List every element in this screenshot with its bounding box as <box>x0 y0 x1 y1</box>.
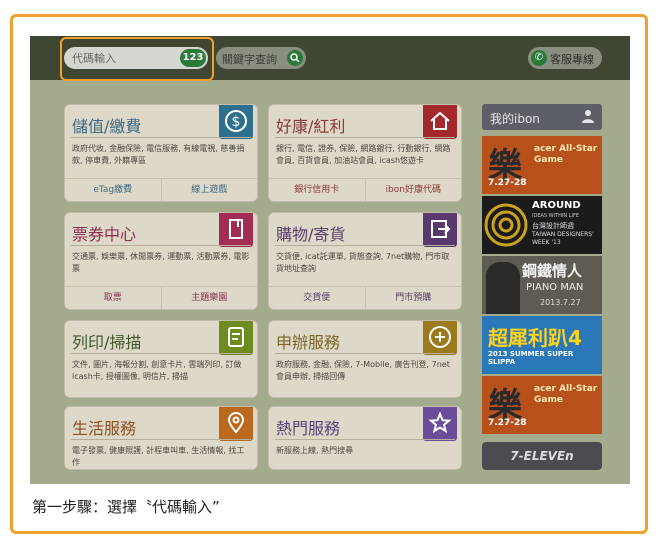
card-title: 熱門服務 <box>276 419 341 438</box>
card-description: 交貨便, icat託運單, 貨態查詢, 7net購物, 門市取貨地址查詢 <box>276 252 450 273</box>
card-description: 政府服務, 金融, 保險, 7-Mobile, 廣告刊登, 7net會員申辦, … <box>276 360 450 381</box>
card-links: 交貨便 門市預購 <box>269 286 461 309</box>
user-icon <box>582 109 594 123</box>
card-description: 新服務上線, 熱門搜尋 <box>276 446 354 455</box>
divider <box>275 245 455 246</box>
my-ibon-button[interactable]: 我的ibon <box>482 104 602 130</box>
ad-line1: 鋼鐵情人 <box>522 262 583 280</box>
dollar-icon: $ <box>219 105 253 139</box>
card-links: 銀行信用卡 ibon好康代碼 <box>269 178 461 201</box>
ad-designers-week[interactable]: AROUND IDEAS WITHIN LIFE 台灣設計師週 TAIWAN D… <box>482 196 602 254</box>
ad-rings-graphic <box>484 203 528 247</box>
ticket-icon <box>219 213 253 247</box>
card-description: 銀行, 電信, 證券, 保險, 網路銀行, 行動銀行, 網路會員, 百貨會員, … <box>276 144 451 165</box>
customer-service-button[interactable]: ✆ 客服專線 <box>528 47 602 69</box>
card-title: 生活服務 <box>72 419 137 438</box>
ad-small-text: acer All-Star Game <box>534 384 598 405</box>
divider <box>71 353 251 354</box>
plus-icon <box>423 321 457 355</box>
keyword-search-input[interactable]: 關鍵字查詢 <box>216 47 306 69</box>
code-input-highlight <box>60 37 214 81</box>
card-description: 交通票, 娛樂票, 休閒票券, 運動票, 活動票券, 電影票 <box>72 252 250 273</box>
ad-acer-all-star-1[interactable]: 樂 acer All-Star Game 7.27-28 <box>482 136 602 194</box>
my-ibon-label: 我的ibon <box>490 112 540 126</box>
ibon-screen: 代碼輸入 123 關鍵字查詢 ✆ 客服專線 儲值/繳費 $ 政府代收, 金融保險… <box>30 36 630 484</box>
card-description: 文件, 圖片, 海報分割, 創意卡片, 雲端列印, 訂做icash卡, 授權圖像… <box>72 360 242 381</box>
link-etag-payment[interactable]: eTag繳費 <box>65 179 161 201</box>
divider <box>275 137 455 138</box>
ad-summer-party[interactable]: 超犀利趴4 2013 SUMMER SUPER SLIPPA <box>482 316 602 374</box>
ad-line3: 台灣設計師週 <box>532 222 574 230</box>
card-application-services[interactable]: 申辦服務 政府服務, 金融, 保險, 7-Mobile, 廣告刊登, 7net會… <box>268 320 462 398</box>
card-links: eTag繳費 線上遊戲 <box>65 178 257 201</box>
card-description: 電子發票, 健康照護, 計程車叫車, 生活情報, 找工作 <box>72 446 245 467</box>
link-online-games[interactable]: 線上遊戲 <box>160 179 258 201</box>
divider <box>275 439 455 440</box>
link-store-preorder[interactable]: 門市預購 <box>364 287 462 309</box>
card-topup-payment[interactable]: 儲值/繳費 $ 政府代收, 金融保險, 電信服務, 有線電視, 慈善捐款, 停車… <box>64 104 258 202</box>
divider <box>71 439 251 440</box>
ad-small-text: acer All-Star Game <box>534 144 598 165</box>
divider <box>71 245 251 246</box>
ad-line2: PIANO MAN <box>526 282 584 293</box>
ad-piano-man[interactable]: 鋼鐵情人 PIANO MAN 2013.7.27 <box>482 256 602 314</box>
link-bank-credit-card[interactable]: 銀行信用卡 <box>269 179 365 201</box>
card-shopping-shipping[interactable]: 購物/寄貨 交貨便, icat託運單, 貨態查詢, 7net購物, 門市取貨地址… <box>268 212 462 310</box>
home-icon <box>423 105 457 139</box>
card-popular-services[interactable]: 熱門服務 新服務上線, 熱門搜尋 <box>268 406 462 470</box>
search-icon[interactable] <box>287 50 303 66</box>
link-theme-park[interactable]: 主題樂園 <box>160 287 258 309</box>
card-title: 票券中心 <box>72 225 137 244</box>
divider <box>71 137 251 138</box>
card-print-scan[interactable]: 列印/掃描 文件, 圖片, 海報分割, 創意卡片, 雲端列印, 訂做icash卡… <box>64 320 258 398</box>
link-delivery-service[interactable]: 交貨便 <box>269 287 365 309</box>
card-title: 儲值/繳費 <box>72 117 142 136</box>
card-title: 好康/紅利 <box>276 117 346 136</box>
link-ibon-deal-code[interactable]: ibon好康代碼 <box>364 179 462 201</box>
phone-icon: ✆ <box>531 50 547 66</box>
svg-text:$: $ <box>232 114 241 130</box>
seven-eleven-logo[interactable]: 7-ELEVEn <box>482 442 602 470</box>
card-title: 列印/掃描 <box>72 333 142 352</box>
location-icon <box>219 407 253 441</box>
ad-portrait-graphic <box>486 262 520 314</box>
divider <box>275 353 455 354</box>
card-title: 申辦服務 <box>276 333 341 352</box>
customer-service-label: 客服專線 <box>550 53 594 66</box>
ad-acer-all-star-2[interactable]: 樂 acer All-Star Game 7.27-28 <box>482 376 602 434</box>
document-icon <box>219 321 253 355</box>
card-links: 取票 主題樂園 <box>65 286 257 309</box>
ad-date: 7.27-28 <box>488 418 527 428</box>
ad-line2: 2013 SUMMER SUPER SLIPPA <box>488 350 574 366</box>
ad-line1: AROUND <box>532 200 581 211</box>
ad-line1: 超犀利趴4 <box>488 326 582 350</box>
card-deals-bonus[interactable]: 好康/紅利 銀行, 電信, 證券, 保險, 網路銀行, 行動銀行, 網路會員, … <box>268 104 462 202</box>
ad-line4: TAIWAN DESIGNERS' WEEK '13 <box>532 231 594 246</box>
ad-date: 7.27-28 <box>488 178 527 188</box>
exit-icon <box>423 213 457 247</box>
card-title: 購物/寄貨 <box>276 225 346 244</box>
step-caption: 第一步驟：選擇〝代碼輸入” <box>32 498 220 516</box>
star-icon <box>423 407 457 441</box>
card-ticket-center[interactable]: 票券中心 交通票, 娛樂票, 休閒票券, 運動票, 活動票券, 電影票 取票 主… <box>64 212 258 310</box>
keyword-placeholder: 關鍵字查詢 <box>222 53 277 66</box>
card-description: 政府代收, 金融保險, 電信服務, 有線電視, 慈善捐款, 停車費, 外籍專區 <box>72 144 245 165</box>
link-pick-up-ticket[interactable]: 取票 <box>65 287 161 309</box>
ad-line3: 2013.7.27 <box>540 298 581 307</box>
card-life-services[interactable]: 生活服務 電子發票, 健康照護, 計程車叫車, 生活情報, 找工作 <box>64 406 258 470</box>
ad-line2: IDEAS WITHIN LIFE <box>532 213 579 219</box>
